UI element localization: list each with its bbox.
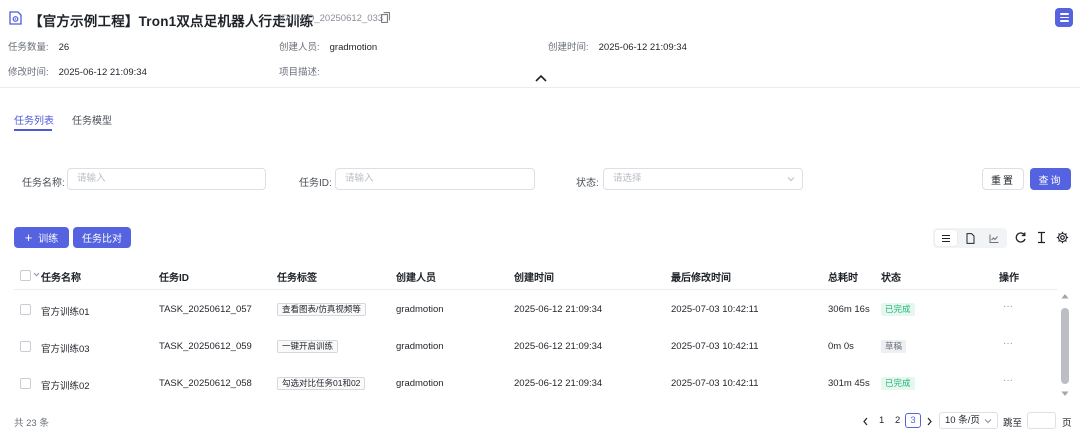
tab-task-model[interactable]: 任务模型	[72, 112, 112, 127]
column-header-name[interactable]: 任务名称	[41, 269, 81, 284]
cell-created: 2025-06-12 21:09:34	[514, 304, 603, 315]
row-checkbox[interactable]	[20, 304, 31, 315]
tab-active-indicator	[14, 129, 52, 131]
cell-created: 2025-06-12 21:09:34	[514, 341, 603, 352]
page-2-button[interactable]: 2	[895, 415, 900, 426]
cell-created: 2025-06-12 21:09:34	[514, 378, 603, 389]
cell-creator: gradmotion	[396, 378, 444, 389]
page-size-select[interactable]: 10 条/页	[939, 412, 998, 429]
column-header-tag[interactable]: 任务标签	[277, 269, 317, 284]
filter-status-label: 状态:	[576, 178, 599, 189]
column-header-creator[interactable]: 创建人员	[396, 269, 436, 284]
column-header-duration[interactable]: 总耗时	[828, 269, 858, 284]
train-button[interactable]: + 训练	[14, 227, 69, 248]
total-count: 共 23 条	[14, 418, 49, 429]
row-height-icon[interactable]	[1035, 231, 1048, 244]
project-icon	[9, 11, 22, 25]
filter-id-label: 任务ID:	[299, 178, 332, 189]
gear-icon[interactable]	[1056, 231, 1069, 244]
scroll-up-icon[interactable]	[1061, 293, 1069, 299]
cell-tag: 查看图表/仿真视频等	[277, 303, 366, 316]
column-header-modified[interactable]: 最后修改时间	[671, 269, 731, 284]
cell-name[interactable]: 官方训练03	[41, 341, 90, 355]
document-view-icon[interactable]	[959, 230, 981, 246]
train-button-label: 训练	[38, 234, 59, 245]
column-header-id[interactable]: 任务ID	[159, 269, 189, 284]
filter-id-input[interactable]: 请输入	[335, 168, 535, 190]
meta-modified-time: 修改时间: 2025-06-12 21:09:34	[8, 67, 147, 78]
cell-name[interactable]: 官方训练01	[41, 304, 90, 318]
page-1-button[interactable]: 1	[879, 415, 884, 426]
reset-button[interactable]: 重置	[982, 168, 1024, 190]
refresh-icon[interactable]	[1014, 231, 1027, 244]
status-badge: 已完成	[881, 303, 915, 316]
view-mode-toggle	[933, 228, 1007, 248]
cell-duration: 301m 45s	[828, 378, 870, 389]
chevron-down-icon[interactable]	[33, 272, 40, 277]
more-actions-icon[interactable]: ···	[1003, 375, 1013, 386]
project-id: ID: PRO_20250612_033	[279, 13, 384, 24]
cell-id: TASK_20250612_058	[159, 378, 252, 389]
list-view-icon[interactable]	[935, 230, 957, 246]
scrollbar-thumb[interactable]	[1061, 308, 1069, 384]
select-all-checkbox[interactable]	[20, 270, 31, 281]
filter-status-placeholder: 请选择	[613, 173, 642, 184]
cell-id: TASK_20250612_057	[159, 304, 252, 315]
meta-description: 项目描述:	[279, 67, 320, 78]
row-checkbox[interactable]	[20, 378, 31, 389]
chevron-down-icon	[984, 419, 992, 424]
project-title: 【官方示例工程】Tron1双点足机器人行走训练	[29, 14, 314, 29]
menu-icon	[1059, 13, 1069, 15]
plus-icon: +	[24, 229, 33, 245]
chevron-left-icon[interactable]	[862, 417, 869, 426]
status-badge: 草稿	[881, 340, 907, 353]
copy-icon[interactable]	[381, 12, 390, 23]
page-jump-input[interactable]	[1027, 412, 1056, 429]
menu-button[interactable]	[1055, 8, 1073, 27]
cell-id: TASK_20250612_059	[159, 341, 252, 352]
row-checkbox[interactable]	[20, 341, 31, 352]
tab-task-list[interactable]: 任务列表	[14, 112, 54, 127]
query-button[interactable]: 查询	[1030, 168, 1071, 190]
cell-modified: 2025-07-03 10:42:11	[671, 378, 759, 389]
cell-creator: gradmotion	[396, 304, 444, 315]
chevron-up-icon[interactable]	[535, 74, 547, 82]
filter-status-select[interactable]: 请选择	[603, 168, 803, 190]
chevron-right-icon[interactable]	[926, 417, 933, 426]
jump-label: 跳至	[1003, 418, 1023, 429]
cell-creator: gradmotion	[396, 341, 444, 352]
cell-name[interactable]: 官方训练02	[41, 378, 90, 392]
scroll-down-icon[interactable]	[1061, 391, 1069, 397]
cell-modified: 2025-07-03 10:42:11	[671, 341, 759, 352]
filter-name-label: 任务名称:	[22, 178, 65, 189]
table-header-divider	[14, 289, 1057, 290]
meta-created-time: 创建时间: 2025-06-12 21:09:34	[548, 42, 687, 53]
meta-task-count: 任务数量: 26	[8, 42, 70, 53]
column-header-actions: 操作	[999, 273, 1019, 284]
cell-duration: 306m 16s	[828, 304, 870, 315]
column-header-status[interactable]: 状态	[881, 269, 901, 284]
column-header-created[interactable]: 创建时间	[514, 269, 554, 284]
filter-name-input[interactable]: 请输入	[67, 168, 266, 190]
cell-modified: 2025-07-03 10:42:11	[671, 304, 759, 315]
chart-view-icon[interactable]	[983, 230, 1005, 246]
page-size-value: 10 条/页	[945, 415, 980, 426]
status-badge: 已完成	[881, 377, 915, 390]
cell-duration: 0m 0s	[828, 341, 854, 352]
project-header: 【官方示例工程】Tron1双点足机器人行走训练 ID: PRO_20250612…	[0, 0, 1080, 88]
page-3-button[interactable]: 3	[905, 413, 921, 428]
meta-creator: 创建人员: gradmotion	[279, 42, 378, 53]
compare-tasks-button[interactable]: 任务比对	[73, 227, 131, 248]
page-suffix: 页	[1062, 418, 1072, 429]
more-actions-icon[interactable]: ···	[1003, 301, 1013, 312]
cell-tag: 一键开启训练	[277, 340, 339, 353]
more-actions-icon[interactable]: ···	[1003, 338, 1013, 349]
cell-tag: 勾选对比任务01和02	[277, 377, 366, 390]
chevron-down-icon	[787, 177, 795, 182]
